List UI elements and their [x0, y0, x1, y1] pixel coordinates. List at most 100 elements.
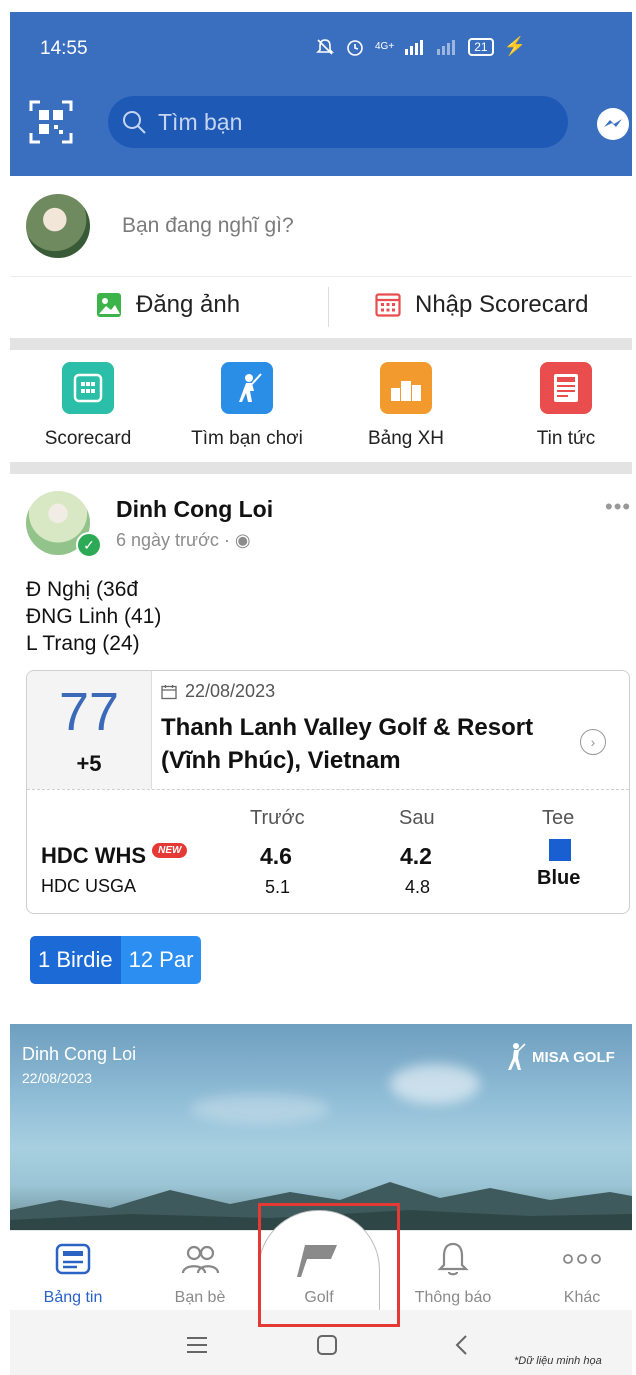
scorecard-icon — [62, 362, 114, 414]
usga-before: 5.1 — [265, 877, 291, 897]
course-name: Thanh Lanh Valley Golf & Resort (Vĩnh Ph… — [161, 714, 534, 774]
nav-label: Bạn bè — [174, 1289, 226, 1306]
signal-weak-icon — [437, 39, 456, 55]
post-text-line: Đ Nghị (36đ — [26, 578, 139, 601]
post-text: Đ Nghị (36đ ĐNG Linh (41) L Trang (24) — [26, 576, 161, 657]
alarm-icon — [347, 39, 363, 56]
score-stats: 1 Birdie 12 Par — [30, 936, 202, 984]
over-par: +5 — [76, 751, 102, 776]
nav-feed[interactable]: Bảng tin — [18, 1241, 128, 1307]
enter-scorecard-button[interactable]: Nhập Scorecard — [375, 291, 588, 319]
charging-icon: ⚡ — [503, 36, 526, 56]
calendar-icon — [161, 684, 177, 699]
globe-icon: ◉ — [234, 530, 251, 550]
post-author[interactable]: Dinh Cong Loi — [116, 496, 273, 523]
birdie-chip[interactable]: 1 Birdie — [30, 936, 121, 984]
home-icon[interactable] — [316, 1334, 338, 1356]
frame-left — [0, 0, 10, 1375]
chevron-right-icon[interactable]: › — [580, 729, 606, 755]
card-divider — [27, 789, 629, 790]
whs-after: 4.2 — [400, 843, 432, 869]
search-icon — [123, 111, 146, 134]
photo-overlay-name: Dinh Cong Loi — [22, 1044, 137, 1064]
nav-more[interactable]: Khác — [527, 1241, 636, 1307]
qr-scan-icon[interactable] — [28, 99, 74, 145]
round-date-text: 22/08/2023 — [185, 681, 276, 701]
nav-label: Thông báo — [414, 1289, 492, 1306]
hdc-whs-label: HDC WHS — [41, 843, 147, 868]
hdc-usga-label: HDC USGA — [41, 876, 137, 896]
messenger-icon[interactable] — [596, 107, 630, 141]
post-meta: 6 ngày trước · ◉ — [116, 530, 251, 551]
shortcut-find-partner[interactable]: Tìm bạn chơi — [177, 362, 317, 450]
scorecard-summary[interactable]: 77 +5 22/08/2023 Thanh Lanh Valley Golf … — [26, 670, 630, 914]
col-before: Trước — [250, 807, 305, 829]
disclaimer: *Dữ liệu minh họa — [514, 1355, 602, 1367]
more-dots-icon — [563, 1254, 601, 1264]
post-photo[interactable]: Dinh Cong Loi 22/08/2023 MISA GOLF — [10, 1024, 632, 1230]
usga-after: 4.8 — [405, 877, 431, 897]
highlight-frame — [258, 1203, 400, 1327]
score-box: 77 +5 — [27, 671, 152, 789]
app-screen: 14:55 4G+ 21 ⚡ Bạn đang nghĩ gì? — [0, 0, 636, 1375]
golfer-icon — [221, 362, 273, 414]
shortcut-row: Scorecard Tìm bạn chơi Bảng XH Tin tức — [10, 350, 632, 462]
composer-prompt[interactable]: Bạn đang nghĩ gì? — [122, 214, 294, 238]
section-separator — [10, 462, 632, 474]
mute-icon — [316, 38, 334, 55]
search-input[interactable] — [156, 107, 540, 137]
enter-scorecard-label: Nhập Scorecard — [415, 291, 589, 318]
nav-notifications[interactable]: Thông báo — [398, 1241, 508, 1307]
feed-icon — [55, 1243, 91, 1275]
separator-dot: · — [223, 530, 235, 550]
hdc-whs-row: HDC WHS NEW — [41, 842, 188, 869]
actions-divider — [328, 287, 329, 327]
shortcut-label: Scorecard — [44, 428, 132, 449]
post-time: 6 ngày trước — [116, 530, 219, 550]
col-tee: Tee — [542, 807, 575, 829]
frame-right — [632, 0, 636, 1375]
battery-indicator: 21 — [468, 37, 494, 56]
composer-actions: Đăng ảnh Nhập Scorecard — [10, 276, 632, 339]
post-photo-label: Đăng ảnh — [136, 291, 241, 318]
more-options-icon[interactable]: ••• — [605, 494, 631, 520]
post-photo-button[interactable]: Đăng ảnh — [96, 291, 240, 319]
feed-post: ✓ Dinh Cong Loi 6 ngày trước · ◉ ••• Đ N… — [10, 474, 632, 1024]
podium-icon — [380, 362, 432, 414]
tee-color-swatch — [549, 839, 571, 861]
bell-icon — [437, 1242, 469, 1276]
new-badge: NEW — [152, 842, 188, 858]
round-date: 22/08/2023 — [161, 681, 275, 702]
signal-icon — [405, 39, 424, 55]
search-bar[interactable] — [108, 96, 568, 148]
news-icon — [540, 362, 592, 414]
cloud — [390, 1064, 480, 1104]
friends-icon — [181, 1245, 220, 1274]
post-text-line: ĐNG Linh (41) — [26, 605, 162, 628]
user-avatar[interactable] — [26, 194, 90, 258]
shortcut-leaderboard[interactable]: Bảng XH — [336, 362, 476, 450]
golfer-logo-icon — [508, 1043, 526, 1070]
scorecard-grid-icon — [375, 293, 401, 317]
shortcut-news[interactable]: Tin tức — [496, 362, 636, 450]
post-composer[interactable]: Bạn đang nghĩ gì? — [10, 176, 632, 276]
par-chip[interactable]: 12 Par — [120, 936, 202, 984]
col-after: Sau — [399, 807, 435, 829]
photo-brand-text: MISA GOLF — [532, 1048, 615, 1066]
menu-icon[interactable] — [186, 1336, 208, 1354]
shortcut-label: Bảng XH — [367, 428, 445, 449]
network-type: 4G+ — [375, 41, 395, 52]
status-time: 14:55 — [40, 38, 88, 59]
whs-before: 4.6 — [260, 843, 292, 869]
photo-brand: MISA GOLF — [504, 1042, 615, 1072]
photo-icon — [97, 293, 121, 317]
shortcut-scorecard[interactable]: Scorecard — [18, 362, 158, 450]
shortcut-label: Tìm bạn chơi — [191, 428, 303, 449]
nav-friends[interactable]: Bạn bè — [145, 1241, 255, 1307]
tee-name: Blue — [537, 867, 581, 889]
total-score: 77 — [58, 682, 120, 742]
verified-badge-icon: ✓ — [76, 532, 102, 558]
photo-overlay-date: 22/08/2023 — [22, 1070, 93, 1086]
cloud — [190, 1094, 330, 1124]
back-icon[interactable] — [454, 1334, 468, 1356]
